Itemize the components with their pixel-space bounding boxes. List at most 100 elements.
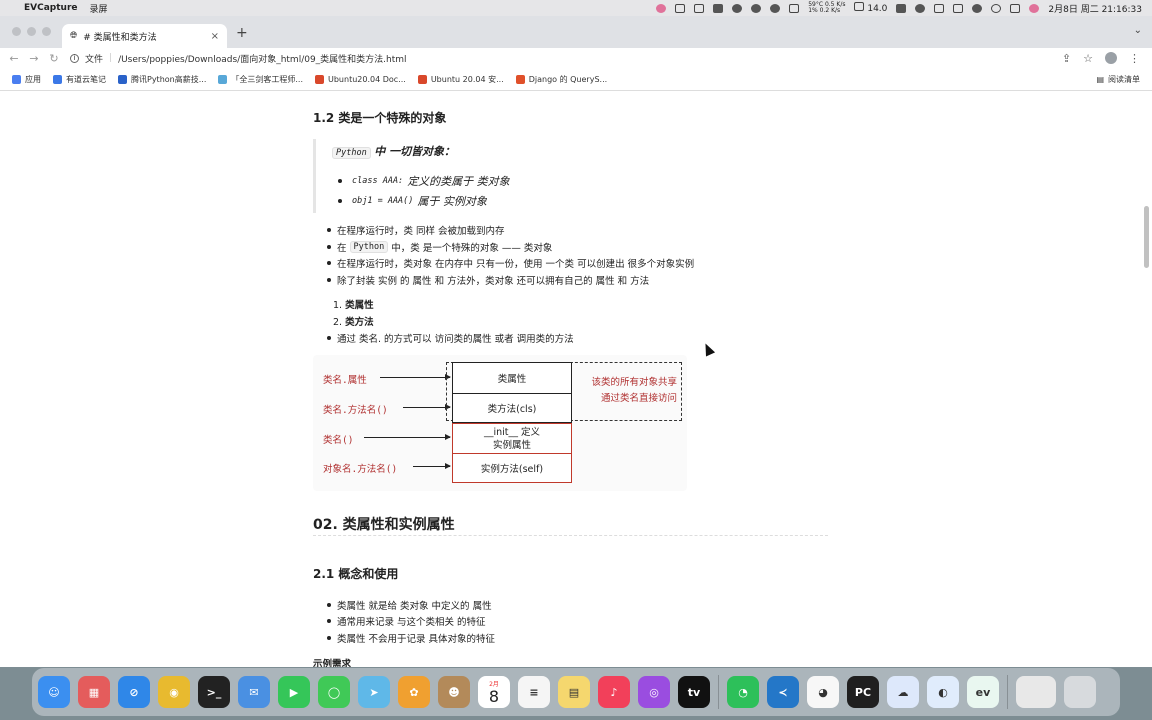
system-stats[interactable]: 59°C 0.5 K/s 1% 0.2 K/s <box>808 2 845 14</box>
chat-status-icon[interactable] <box>732 3 743 13</box>
control-center-icon[interactable] <box>1010 3 1021 13</box>
wifi-icon[interactable] <box>972 3 983 13</box>
music-icon[interactable]: ♪ <box>598 676 630 708</box>
scrollbar-thumb[interactable] <box>1144 206 1149 268</box>
star-status-icon[interactable] <box>713 3 724 13</box>
trash-icon[interactable] <box>1064 676 1096 708</box>
bookmark-item[interactable]: 腾讯Python高薪技... <box>118 74 206 85</box>
bookmark-item[interactable]: Ubuntu20.04 Doc... <box>315 74 406 84</box>
diagram-box-init-line2: 实例属性 <box>492 439 531 451</box>
appletv-icon[interactable]: tv <box>678 676 710 708</box>
vscode-icon[interactable]: ≺ <box>767 676 799 708</box>
wechat-status-icon[interactable] <box>770 3 781 13</box>
window-controls <box>12 27 51 36</box>
launchpad-icon[interactable]: ▦ <box>78 676 110 708</box>
keyboard-icon[interactable] <box>934 3 945 13</box>
qq-icon[interactable]: ◕ <box>807 676 839 708</box>
info-icon[interactable]: i <box>70 53 79 63</box>
address-bar[interactable]: i 文件 | /Users/poppies/Downloads/面向对象_htm… <box>70 49 1062 67</box>
diagram-box-class-attr: 类属性 <box>452 362 572 393</box>
baidu-netdisk-icon[interactable]: ☁ <box>887 676 919 708</box>
people-status-icon[interactable] <box>751 3 762 13</box>
calendar-icon[interactable]: 2月 8 <box>478 676 510 708</box>
siri-icon[interactable] <box>1029 3 1040 13</box>
maps-icon[interactable]: ➤ <box>358 676 390 708</box>
bookmark-item[interactable]: Ubuntu 20.04 安... <box>417 74 504 85</box>
evcapture-icon[interactable]: ev <box>967 676 999 708</box>
contacts-icon[interactable]: ☻ <box>438 676 470 708</box>
bullet-dot <box>327 603 331 607</box>
back-button[interactable]: ← <box>4 52 24 65</box>
url-text[interactable]: /Users/poppies/Downloads/面向对象_html/09_类属… <box>118 52 406 65</box>
heading-divider <box>313 535 828 536</box>
blockquote: Python 中 一切皆对象： class AAA: 定义的类属于 类对象 ob… <box>313 139 616 213</box>
battery-stat[interactable]: 14.0 <box>854 2 887 14</box>
minimize-window-button[interactable] <box>27 27 36 36</box>
profile-avatar[interactable] <box>1105 52 1117 64</box>
reminders-icon[interactable]: ≡ <box>518 676 550 708</box>
mail-icon[interactable]: ✉ <box>238 676 270 708</box>
list-item-text: 除了封装 实例 的 属性 和 方法外，类对象 还可以拥有自己的 属性 和 方法 <box>337 276 650 287</box>
numbered-item: 1. 类属性 <box>333 297 374 311</box>
bookmark-favicon-icon <box>218 74 228 84</box>
reading-list-button[interactable]: ▤ 阅读清单 <box>1096 74 1140 85</box>
list-item: 在程序运行时，类对象 在内存中 只有一份，使用 一个类 可以创建出 很多个对象实… <box>327 256 694 270</box>
chrome-icon[interactable]: ◉ <box>158 676 190 708</box>
screenshot-status-icon[interactable] <box>675 3 686 13</box>
cpu-pct: 1% <box>808 7 818 14</box>
bookmark-item[interactable]: Django 的 QueryS... <box>515 74 607 85</box>
bookmark-label: 腾讯Python高薪技... <box>131 74 207 84</box>
tab-search-icon[interactable]: ⌄ <box>1134 25 1142 36</box>
wechat-icon[interactable]: ◔ <box>727 676 759 708</box>
bullet-dot <box>327 228 331 232</box>
pycharm-icon[interactable]: PC <box>847 676 879 708</box>
diagram-box-class-method: 类方法(cls) <box>452 393 572 423</box>
evcapture-status-icon[interactable] <box>656 3 667 13</box>
reload-button[interactable]: ↻ <box>44 52 64 65</box>
list-item: 通常用来记录 与这个类相关 的特征 <box>327 614 486 628</box>
app-status-icon[interactable] <box>789 3 800 13</box>
diagram-arrow <box>380 374 451 380</box>
numbered-item: 2. 类方法 <box>333 314 374 328</box>
net-down: 0.2 K/s <box>819 7 841 14</box>
bookmark-favicon-icon <box>12 74 21 84</box>
bookmark-item[interactable]: 有道云笔记 <box>53 74 106 85</box>
bookmark-favicon-icon <box>118 74 127 84</box>
forward-button[interactable]: → <box>24 52 44 65</box>
bookmark-item[interactable]: 应用 <box>12 74 41 85</box>
terminal-icon[interactable]: >_ <box>198 676 230 708</box>
close-window-button[interactable] <box>12 27 21 36</box>
tencent-meeting-icon[interactable]: ◐ <box>927 676 959 708</box>
menu-item-record[interactable]: 录屏 <box>90 2 108 15</box>
bullet-dot <box>327 636 331 640</box>
downloads-stack-icon[interactable] <box>1016 676 1056 708</box>
new-tab-button[interactable]: + <box>236 25 248 41</box>
notes-icon[interactable]: ▤ <box>558 676 590 708</box>
diagram-box-instance-method: 实例方法(self) <box>452 453 572 483</box>
bookmark-label: 有道云笔记 <box>66 74 106 84</box>
bluetooth-icon[interactable] <box>915 3 926 13</box>
inline-code: obj1 = AAA() <box>352 196 414 206</box>
share-icon[interactable]: ⇪ <box>1062 52 1071 65</box>
grid-status-icon[interactable] <box>694 3 705 13</box>
browser-tab[interactable]: 🌐︎ # 类属性和类方法 × <box>62 24 227 48</box>
menubar-clock[interactable]: 2月8日 周二 21:16:33 <box>1048 2 1142 15</box>
spotlight-icon[interactable] <box>991 3 1002 13</box>
battery-status-icon[interactable] <box>953 3 964 13</box>
zoom-window-button[interactable] <box>42 27 51 36</box>
photos-icon[interactable]: ✿ <box>398 676 430 708</box>
diagram-note-line2: 通过类名直接访问 <box>600 393 677 404</box>
bookmark-item[interactable]: 「全三剑客工程师... <box>218 74 303 85</box>
finder-icon[interactable]: ☺ <box>38 676 70 708</box>
close-tab-icon[interactable]: × <box>211 31 219 42</box>
more-menu-icon[interactable]: ⋮ <box>1129 52 1140 65</box>
podcasts-icon[interactable]: ◎ <box>638 676 670 708</box>
messages-icon[interactable]: ◯ <box>318 676 350 708</box>
diagram-box-init-line1: __init__ 定义 <box>483 426 541 438</box>
facetime-icon[interactable]: ▶ <box>278 676 310 708</box>
reading-list-icon: ▤ <box>1096 74 1104 84</box>
bookmark-star-icon[interactable]: ☆ <box>1083 52 1093 65</box>
app-menu-name[interactable]: EVCapture <box>24 3 78 13</box>
safari-icon[interactable]: ⊘ <box>118 676 150 708</box>
volume-icon[interactable] <box>896 3 907 13</box>
